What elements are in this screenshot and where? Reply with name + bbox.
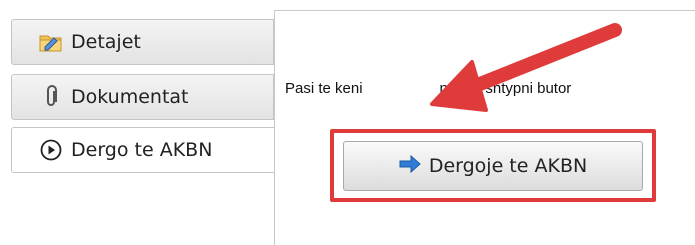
content-area: Pasi te keni nduar, shtypni butor Dergoje… [275,11,695,245]
play-circle-icon [39,138,63,162]
tab-label: Dergo te AKBN [71,139,213,161]
tab-dokumentat[interactable]: Dokumentat [11,74,274,120]
tab-dergo-te-akbn[interactable]: Dergo te AKBN [11,127,274,173]
tab-label: Detajet [71,31,141,53]
instruction-text: Pasi te keni nduar, shtypni butor [285,80,572,97]
paperclip-icon [39,85,63,109]
send-button-label: Dergoje te AKBN [428,155,588,177]
tab-detajet[interactable]: Detajet [11,19,274,65]
tab-panel: Detajet Dokumentat Dergo te AKBN [0,0,275,245]
arrow-right-icon [399,154,421,177]
folder-pencil-icon [39,30,63,54]
tab-label: Dokumentat [71,86,189,108]
send-to-akbn-button[interactable]: Dergoje te AKBN [343,141,643,191]
